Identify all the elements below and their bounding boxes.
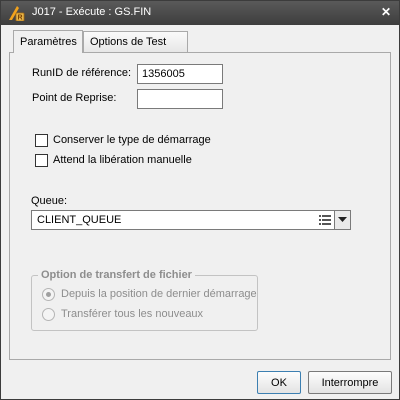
parameters-panel: RunID de référence: 1356005 Point de Rep… (9, 52, 391, 360)
queue-label: Queue: (31, 195, 68, 207)
queue-value: CLIENT_QUEUE (37, 214, 122, 226)
keep-start-type-label: Conserver le type de démarrage (53, 134, 211, 146)
title-bar: R J017 - Exécute : GS.FIN ✕ (1, 1, 399, 25)
keep-start-type-checkbox[interactable] (35, 134, 48, 147)
restart-point-label: Point de Reprise: (32, 92, 117, 104)
queue-select[interactable]: CLIENT_QUEUE (31, 210, 351, 230)
manual-release-label: Attend la libération manuelle (53, 154, 192, 166)
app-logo-icon: R (9, 6, 25, 22)
queue-dropdown-button[interactable] (334, 211, 350, 229)
svg-text:R: R (18, 15, 23, 22)
tab-options-de-test[interactable]: Options de Test (83, 31, 188, 53)
file-transfer-legend: Option de transfert de fichier (41, 269, 192, 281)
interrupt-button[interactable]: Interrompre (308, 371, 392, 394)
execute-dialog: R J017 - Exécute : GS.FIN ✕ Paramètres O… (0, 0, 400, 400)
restart-point-input[interactable] (137, 89, 223, 109)
close-icon[interactable]: ✕ (379, 5, 393, 19)
list-icon[interactable] (319, 214, 331, 226)
runid-label: RunID de référence: (32, 67, 132, 79)
radio-selected-dot (46, 292, 51, 297)
ok-button[interactable]: OK (257, 371, 301, 394)
radio-transfer-all-new-label: Transférer tous les nouveaux (61, 308, 204, 320)
window-title: J017 - Exécute : GS.FIN (32, 6, 152, 18)
radio-from-last-start[interactable] (42, 288, 55, 301)
file-transfer-group: Option de transfert de fichier Depuis la… (31, 269, 258, 331)
manual-release-checkbox[interactable] (35, 154, 48, 167)
radio-from-last-start-label: Depuis la position de dernier démarrage (61, 288, 257, 300)
runid-input[interactable]: 1356005 (137, 64, 223, 84)
tab-parametres[interactable]: Paramètres (13, 30, 83, 53)
chevron-down-icon (338, 217, 347, 222)
radio-transfer-all-new[interactable] (42, 308, 55, 321)
